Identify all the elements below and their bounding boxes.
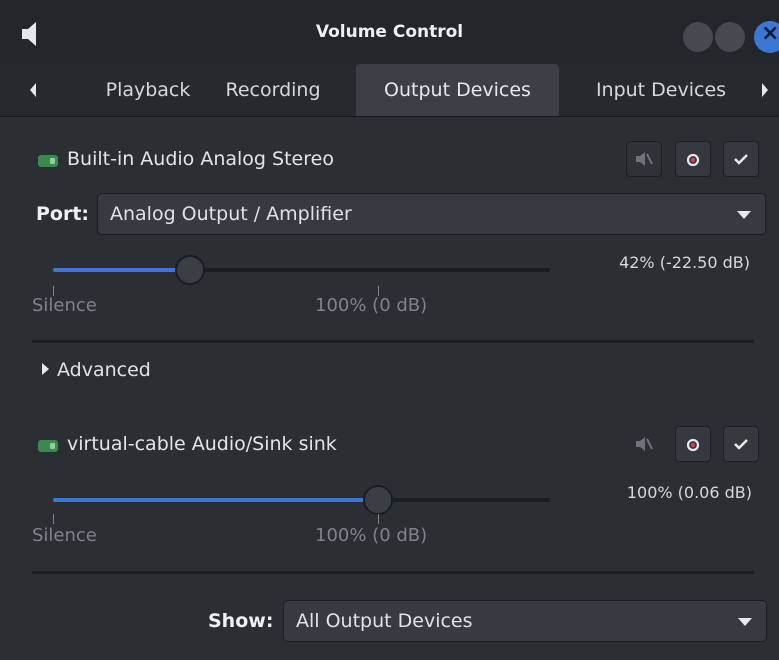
advanced-label: Advanced [57, 359, 151, 381]
volume-slider-knob[interactable] [174, 255, 205, 285]
mute-button[interactable] [626, 141, 662, 177]
chevron-down-icon [737, 211, 751, 219]
full-volume-mark-label: 100% (0 dB) [315, 525, 428, 546]
close-button[interactable]: × [754, 21, 779, 53]
title-bar: Volume Control × [0, 0, 779, 71]
window-title: Volume Control [315, 22, 464, 42]
show-label: Show: [208, 610, 274, 632]
port-select[interactable]: Analog Output / Amplifier [97, 193, 766, 235]
volume-readout: 42% (-22.50 dB) [619, 253, 750, 272]
expander-arrow-icon [42, 363, 49, 375]
port-label: Port: [36, 203, 90, 225]
advanced-expander[interactable]: Advanced [42, 359, 151, 381]
slider-mark [53, 514, 54, 524]
maximize-button[interactable] [715, 22, 745, 52]
full-volume-mark-label: 100% (0 dB) [315, 295, 428, 316]
tab-scroll-left-icon[interactable] [28, 80, 42, 100]
tab-bar: Playback Recording Output Devices Input … [0, 64, 779, 117]
volume-slider-fill [53, 268, 190, 272]
set-default-button[interactable] [723, 426, 759, 462]
volume-slider-knob[interactable] [363, 485, 393, 515]
tab-output-devices[interactable]: Output Devices [356, 64, 559, 116]
set-default-button[interactable] [723, 141, 759, 177]
port-select-value: Analog Output / Amplifier [110, 203, 352, 225]
mute-button[interactable] [626, 426, 662, 462]
slider-mark [378, 514, 379, 524]
show-select-value: All Output Devices [296, 610, 473, 632]
separator [32, 340, 754, 343]
set-fallback-button[interactable] [675, 141, 711, 177]
show-select[interactable]: All Output Devices [283, 600, 767, 642]
silence-mark-label: Silence [32, 525, 97, 546]
tab-recording[interactable]: Recording [206, 64, 340, 116]
chevron-down-icon [738, 618, 752, 626]
volume-readout: 100% (0.06 dB) [626, 483, 752, 502]
silence-mark-label: Silence [32, 295, 97, 316]
separator [32, 571, 754, 574]
minimize-button[interactable] [683, 22, 713, 52]
volume-slider-fill [53, 498, 378, 502]
tab-scroll-right-icon[interactable] [760, 80, 774, 100]
set-fallback-button[interactable] [675, 426, 711, 462]
sound-card-icon [38, 440, 58, 452]
sound-card-icon [38, 155, 58, 167]
device-name: Built-in Audio Analog Stereo [67, 148, 334, 170]
close-icon: × [761, 21, 779, 46]
tab-input-devices[interactable]: Input Devices [580, 64, 742, 116]
device-name: virtual-cable Audio/Sink sink [67, 433, 337, 455]
